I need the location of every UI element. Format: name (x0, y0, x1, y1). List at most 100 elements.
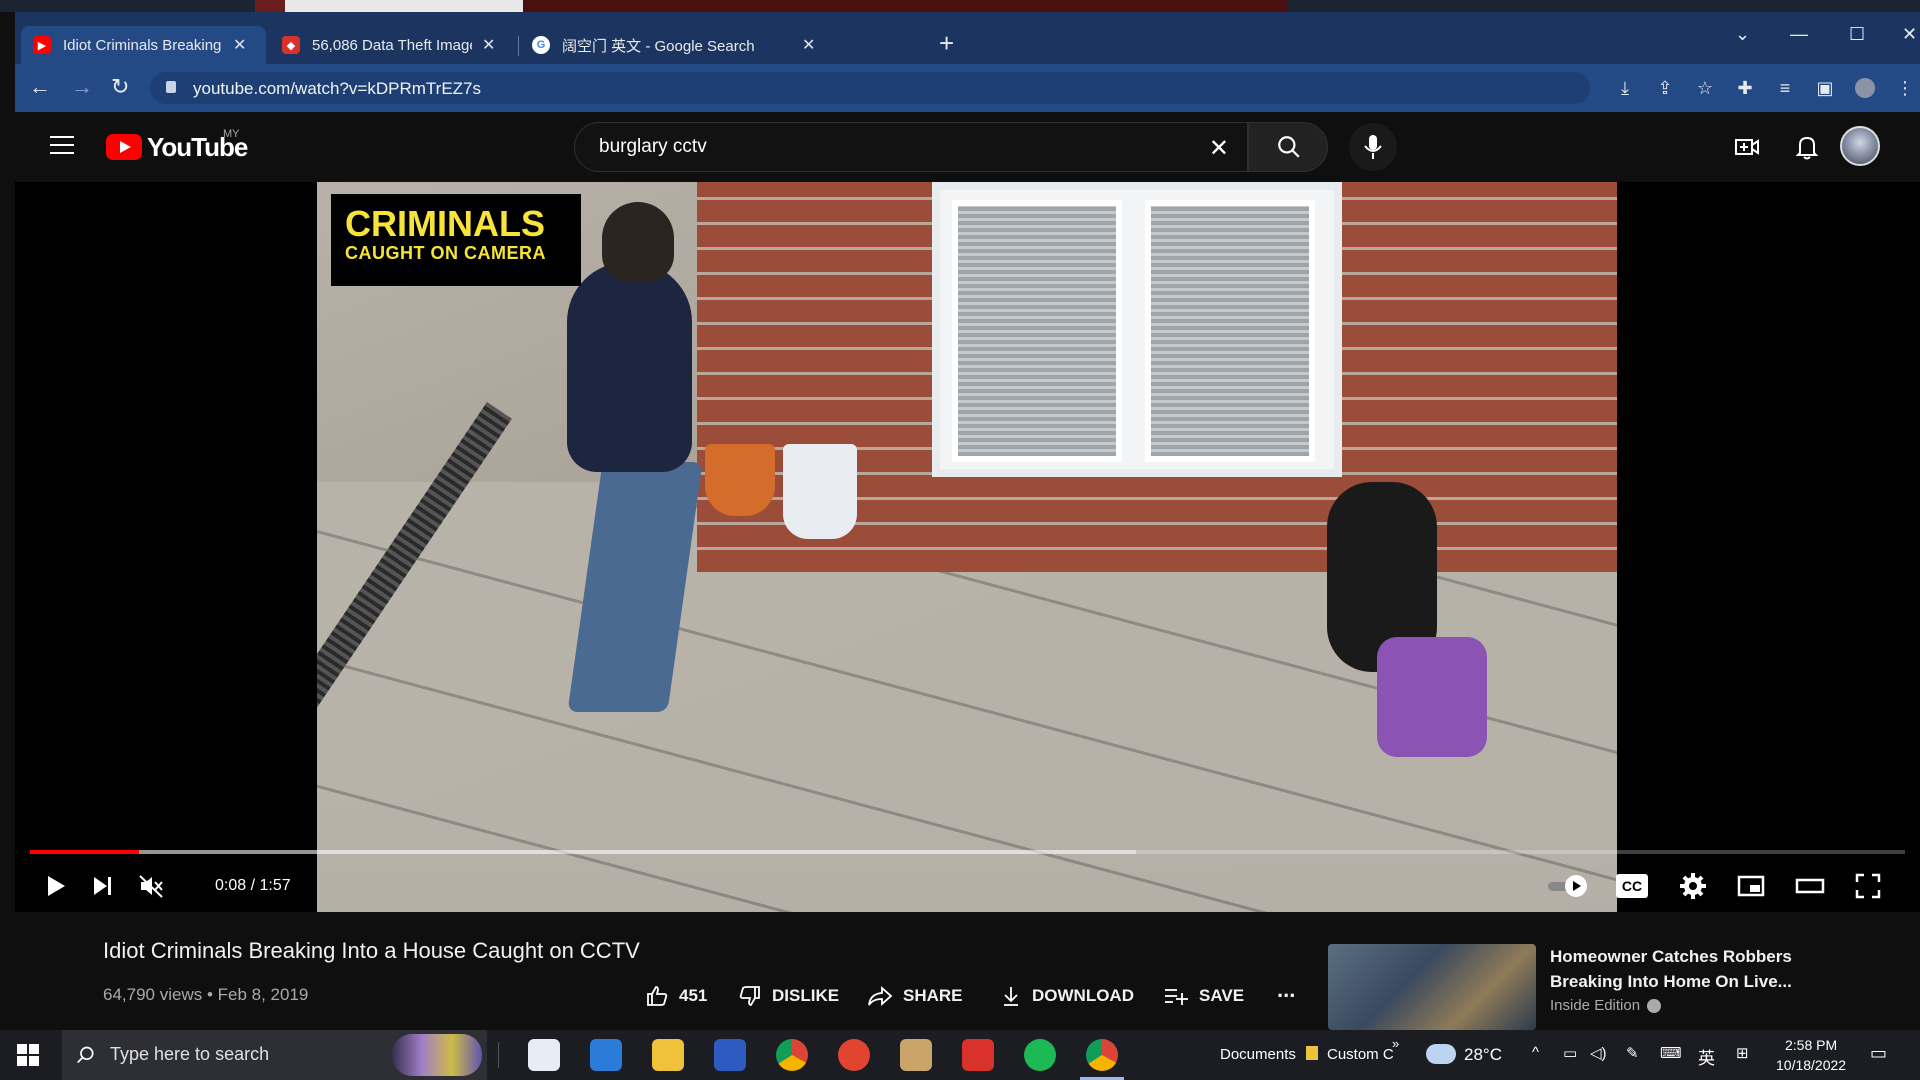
verified-badge-icon (1647, 998, 1662, 1013)
video-scene-purple-mop-bucket (1377, 637, 1487, 757)
download-button[interactable]: DOWNLOAD (1000, 984, 1134, 1008)
search-icon (1278, 136, 1300, 158)
bookmark-star-icon[interactable]: ☆ (1695, 78, 1715, 98)
youtube-favicon-icon: ▶ (33, 36, 51, 54)
clear-search-icon[interactable]: ✕ (1209, 134, 1229, 163)
show-hidden-icons-icon[interactable]: ^ (1532, 1044, 1539, 1061)
account-avatar[interactable] (1840, 126, 1880, 166)
recommended-video-thumbnail[interactable] (1328, 944, 1536, 1030)
chrome-active-window-icon[interactable] (1080, 1039, 1124, 1080)
tab-close-icon[interactable]: ✕ (802, 35, 815, 55)
documents-toolbar[interactable]: Documents (1220, 1046, 1296, 1063)
create-video-icon[interactable] (1734, 134, 1760, 160)
tab-close-icon[interactable]: ✕ (233, 35, 246, 55)
install-app-icon[interactable]: ⤓ (1615, 78, 1635, 98)
video-overlay-badge: CRIMINALS CAUGHT ON CAMERA (331, 194, 581, 286)
address-bar[interactable]: youtube.com/watch?v=kDPRmTrEZ7s (150, 72, 1590, 104)
windows-start-icon[interactable] (17, 1044, 39, 1066)
back-icon[interactable]: ← (29, 74, 51, 100)
share-arrow-icon (868, 985, 893, 1007)
new-tab-button[interactable]: + (939, 30, 954, 56)
clock-time[interactable]: 2:58 PM (1785, 1037, 1837, 1053)
weather-temperature[interactable]: 28°C (1464, 1045, 1502, 1065)
custom-toolbar[interactable]: Custom C (1327, 1046, 1394, 1063)
spotify-icon[interactable] (1024, 1039, 1056, 1071)
theater-mode-icon[interactable] (1792, 868, 1828, 904)
muted-volume-icon[interactable] (133, 868, 169, 904)
tab-title: Idiot Criminals Breaking Into a House Ca… (63, 36, 223, 54)
ime-language-indicator[interactable]: 英 (1698, 1044, 1715, 1069)
share-button[interactable]: SHARE (867, 984, 963, 1008)
file-explorer-icon[interactable] (652, 1039, 684, 1071)
pen-icon[interactable]: ✎ (1626, 1044, 1639, 1062)
dislike-button[interactable]: DISLIKE (738, 984, 839, 1008)
download-icon (1004, 987, 1018, 1006)
view-count: 64,790 views (103, 985, 203, 1004)
taskbar-search-box[interactable]: Type here to search (62, 1030, 487, 1080)
youtube-logo-icon[interactable] (106, 134, 142, 160)
profile-avatar-icon[interactable] (1855, 78, 1875, 98)
search-input[interactable]: burglary cctv ✕ (574, 122, 1248, 172)
settings-gear-icon[interactable] (1675, 868, 1711, 904)
close-window-icon[interactable]: ✕ (1902, 24, 1917, 45)
keyboard-icon[interactable]: ⌨ (1660, 1044, 1682, 1062)
recommended-video-title[interactable]: Homeowner Catches Robbers Breaking Into … (1550, 944, 1810, 994)
maximize-icon[interactable]: ☐ (1849, 24, 1865, 45)
save-button[interactable]: SAVE (1163, 984, 1244, 1008)
video-scene-person-hoodie (567, 262, 692, 472)
mail-app-icon[interactable] (590, 1039, 622, 1071)
weather-cloud-icon[interactable] (1426, 1044, 1456, 1064)
tab-close-icon[interactable]: ✕ (482, 35, 495, 55)
next-video-icon[interactable] (85, 868, 121, 904)
media-control-icon[interactable]: ≡ (1775, 78, 1795, 98)
windows-taskbar: Type here to search Documents Custom C »… (0, 1030, 1920, 1080)
tab-google-search[interactable]: G 阔空门 英文 - Google Search ✕ (520, 26, 930, 64)
side-panel-icon[interactable]: ▣ (1815, 78, 1835, 98)
wps-office-icon[interactable] (962, 1039, 994, 1071)
browser-menu-icon[interactable]: ⋮ (1895, 78, 1915, 98)
reload-icon[interactable]: ↻ (111, 74, 129, 100)
video-info-section: Idiot Criminals Breaking Into a House Ca… (15, 912, 1920, 1030)
fullscreen-icon[interactable] (1850, 868, 1886, 904)
guide-menu-icon[interactable] (50, 136, 74, 156)
stock-favicon-icon: ◆ (282, 36, 300, 54)
tab-stock-images[interactable]: ◆ 56,086 Data Theft Images, Stock Photos… (270, 26, 515, 64)
browser-window: ▶ Idiot Criminals Breaking Into a House … (15, 12, 1920, 112)
extensions-icon[interactable]: ✚ (1735, 78, 1755, 98)
like-button[interactable]: 451 (645, 984, 707, 1008)
action-center-icon[interactable]: ▭ (1870, 1043, 1887, 1064)
tab-youtube-video[interactable]: ▶ Idiot Criminals Breaking Into a House … (21, 26, 266, 64)
tab-search-chevron-icon[interactable]: ⌄ (1735, 24, 1750, 45)
lock-icon (166, 81, 176, 93)
miniplayer-icon[interactable] (1733, 868, 1769, 904)
share-page-icon[interactable]: ⇪ (1655, 78, 1675, 98)
powershell-icon[interactable] (714, 1039, 746, 1071)
progress-bar[interactable] (30, 850, 1905, 854)
more-actions-button[interactable]: ... (1277, 977, 1295, 1002)
minimize-icon[interactable]: — (1790, 24, 1808, 45)
clock-date[interactable]: 10/18/2022 (1776, 1057, 1846, 1073)
volume-icon[interactable]: ◁) (1590, 1044, 1607, 1062)
video-scene-person-head (602, 202, 674, 282)
google-favicon-icon: G (532, 36, 550, 54)
voice-search-button[interactable] (1349, 123, 1397, 171)
video-frame[interactable]: CRIMINALS CAUGHT ON CAMERA (317, 182, 1617, 912)
ime-mode-icon[interactable]: ⊞ (1736, 1044, 1749, 1062)
battery-icon[interactable]: ▭ (1563, 1044, 1577, 1062)
autoplay-toggle-icon[interactable] (1545, 868, 1591, 904)
time-display: 0:08 / 1:57 (215, 877, 291, 894)
chrome-app-icon[interactable] (776, 1039, 808, 1071)
captions-button[interactable]: CC (1616, 874, 1648, 898)
forward-icon[interactable]: → (71, 74, 93, 100)
search-button[interactable] (1248, 122, 1328, 172)
url-text: youtube.com/watch?v=kDPRmTrEZ7s (193, 79, 481, 98)
play-icon[interactable] (37, 868, 73, 904)
notifications-bell-icon[interactable] (1794, 134, 1820, 160)
meta-separator: • (202, 985, 218, 1004)
video-scene-white-bucket (783, 444, 857, 539)
toolbar-overflow-chevron-icon[interactable]: » (1392, 1036, 1399, 1051)
video-player[interactable]: CRIMINALS CAUGHT ON CAMERA 0:08 / 1:57 C… (15, 182, 1920, 912)
archive-app-icon[interactable] (900, 1039, 932, 1071)
snipping-tool-icon[interactable] (838, 1039, 870, 1071)
notepad-app-icon[interactable] (528, 1039, 560, 1071)
